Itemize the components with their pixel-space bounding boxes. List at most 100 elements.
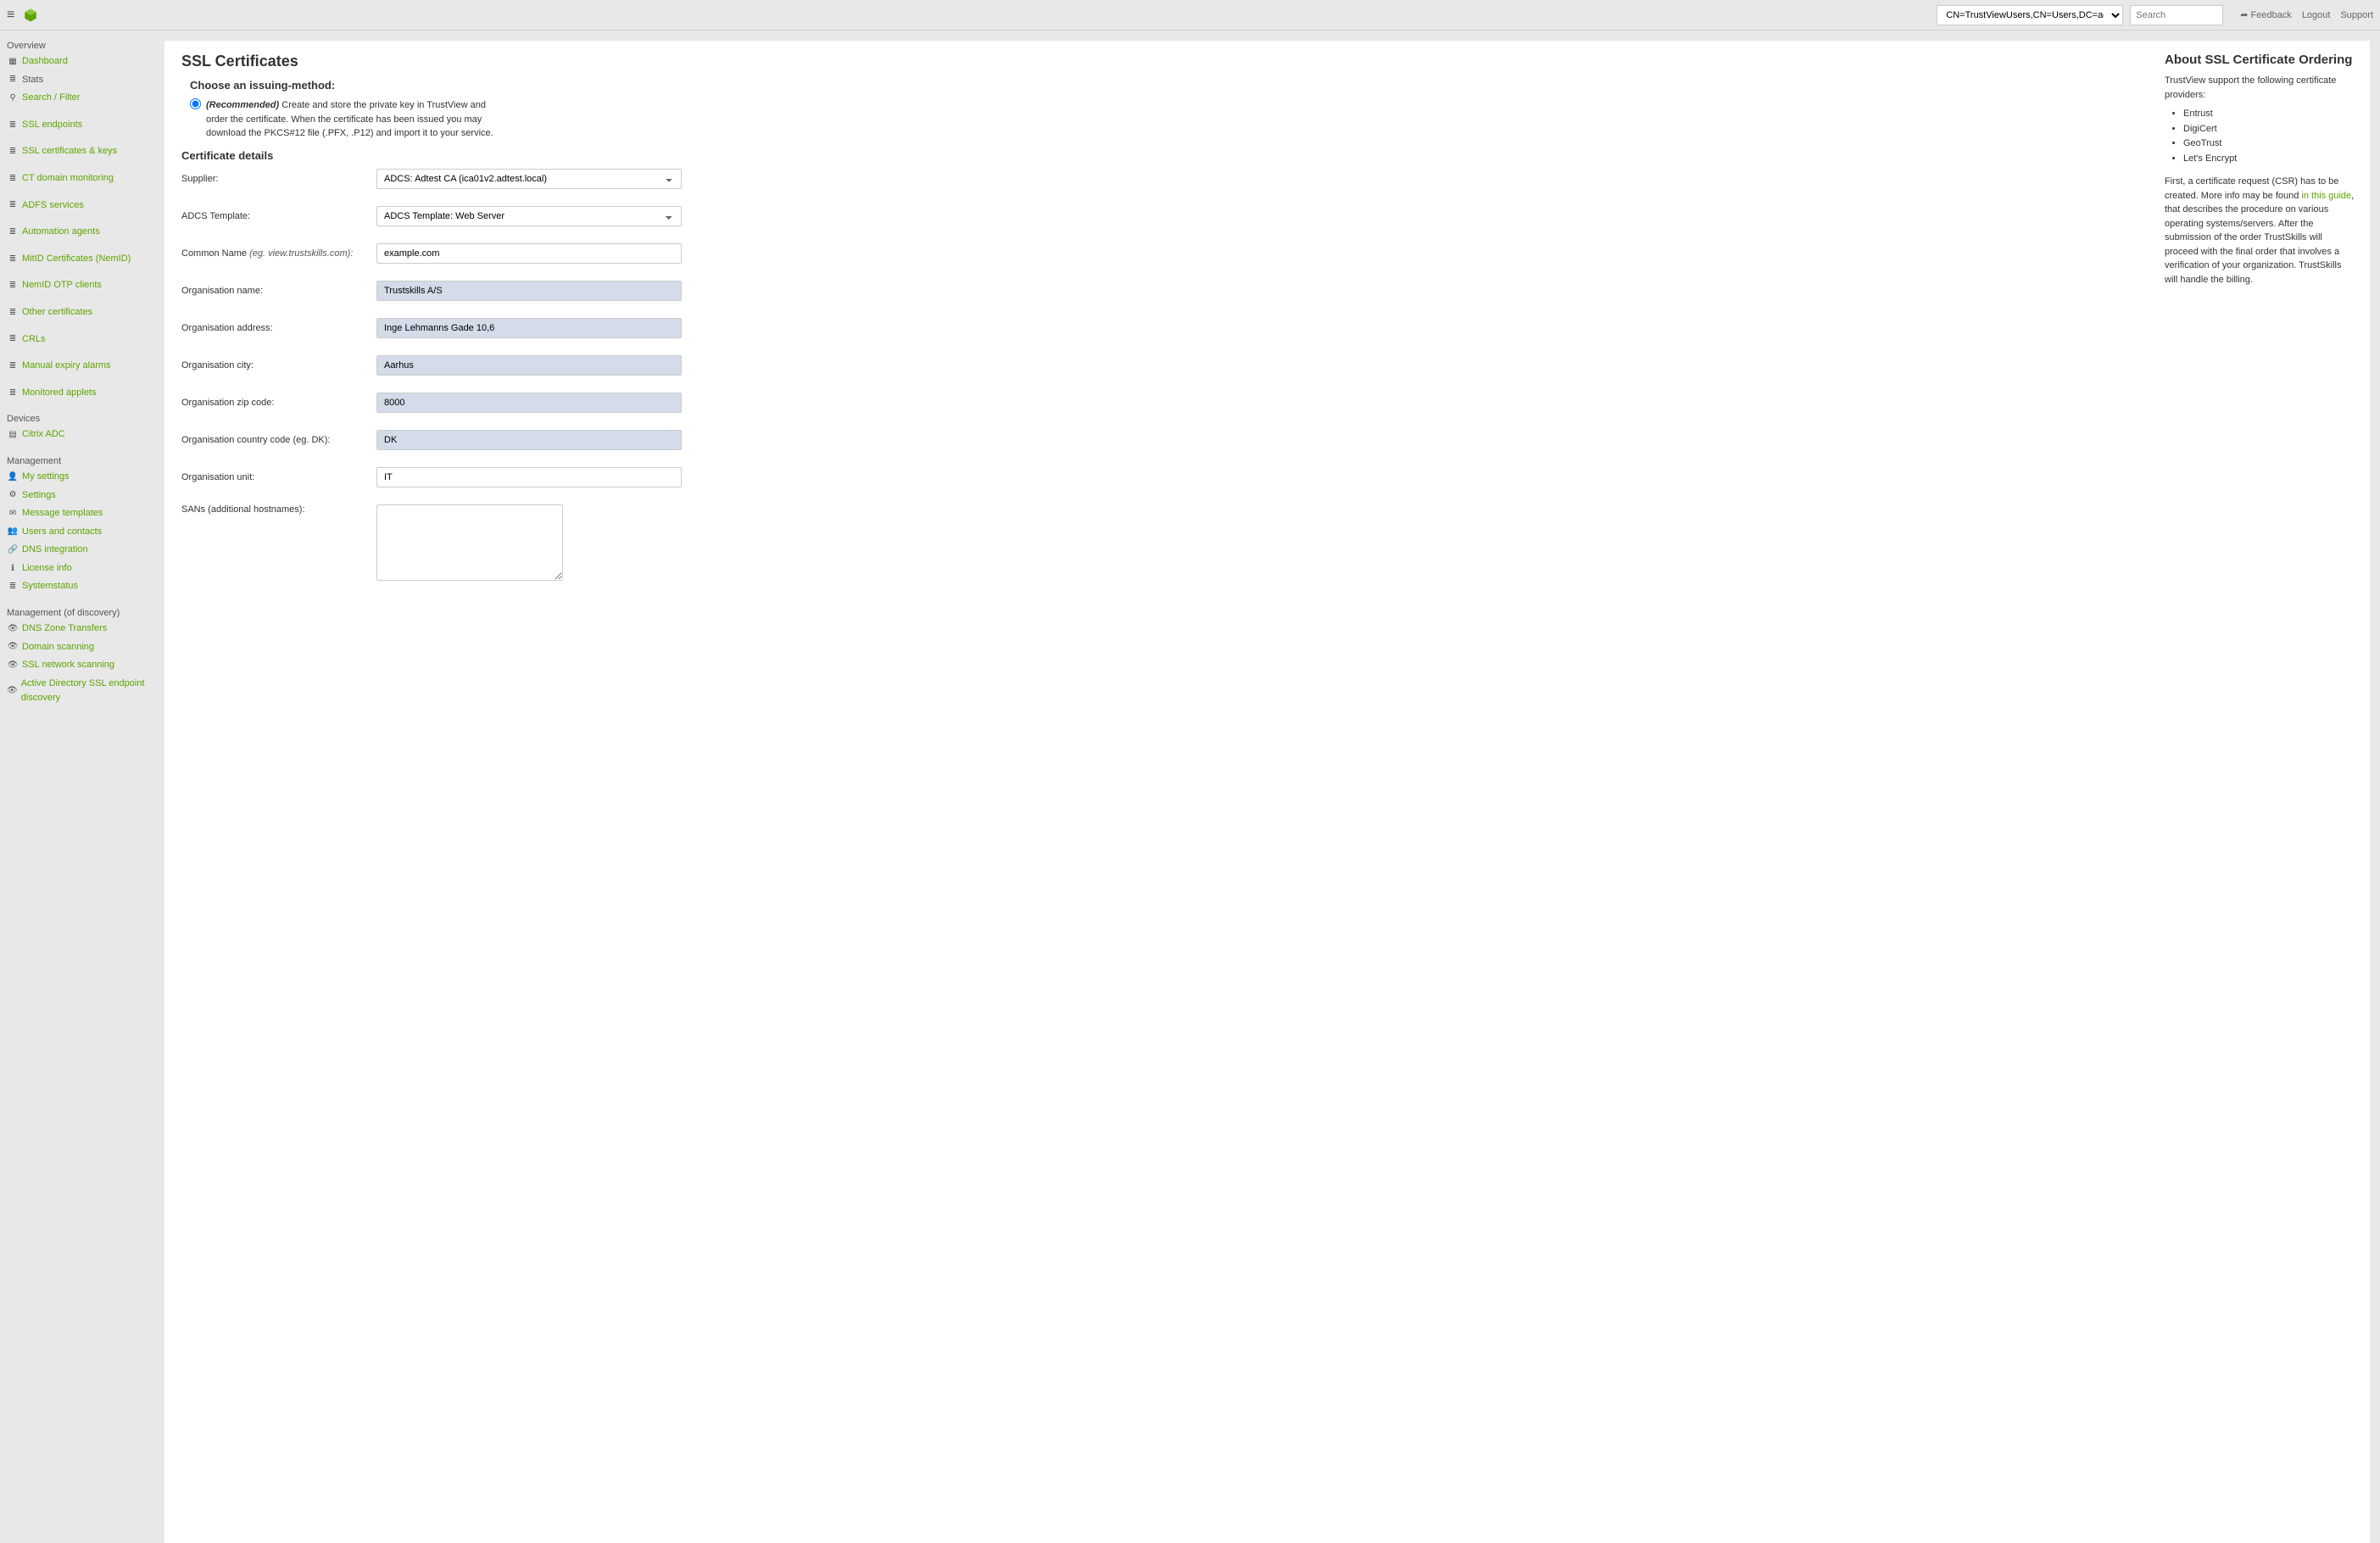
- label-org-unit: Organisation unit:: [181, 472, 376, 482]
- provider-item: GeoTrust: [2183, 136, 2355, 152]
- link-icon: 🔗: [7, 543, 19, 557]
- sidebar-item-search[interactable]: ⚲Search / Filter: [0, 89, 154, 108]
- org-address-input[interactable]: [376, 318, 682, 338]
- org-zip-input[interactable]: [376, 393, 682, 413]
- eye-icon: 👁: [7, 622, 19, 636]
- provider-list: Entrust DigiCert GeoTrust Let's Encrypt: [2183, 107, 2355, 166]
- sidebar-group-management: Management: [0, 453, 154, 468]
- org-country-input[interactable]: [376, 430, 682, 450]
- sidebar-item-nemid-otp[interactable]: ≣NemID OTP clients: [0, 276, 154, 295]
- provider-item: Entrust: [2183, 107, 2355, 122]
- sidebar-item-dashboard[interactable]: ▦Dashboard: [0, 53, 154, 71]
- sidebar-item-my-settings[interactable]: 👤My settings: [0, 468, 154, 487]
- label-supplier: Supplier:: [181, 174, 376, 184]
- issuing-method-description: (Recommended) Create and store the priva…: [206, 98, 494, 141]
- list-icon: ≣: [7, 226, 19, 239]
- sidebar-group-devices: Devices: [0, 410, 154, 426]
- context-path-select[interactable]: CN=TrustViewUsers,CN=Users,DC=adtest,DC=…: [1937, 5, 2123, 25]
- label-common-name: Common Name (eg. view.trustskills.com):: [181, 248, 376, 259]
- status-icon: ≣: [7, 580, 19, 593]
- logout-link[interactable]: Logout: [2302, 10, 2331, 20]
- sidebar-item-adfs[interactable]: ≣ADFS services: [0, 197, 154, 215]
- sidebar-item-stats[interactable]: ≣Stats: [0, 71, 154, 90]
- mail-icon: ✉: [7, 507, 19, 521]
- sidebar-item-ssl-network[interactable]: 👁SSL network scanning: [0, 656, 154, 675]
- label-adcs-template: ADCS Template:: [181, 211, 376, 221]
- list-icon: ≣: [7, 279, 19, 292]
- eye-icon: 👁: [7, 640, 19, 654]
- issuing-method-radio-recommended[interactable]: [190, 98, 201, 109]
- sidebar-item-license[interactable]: ℹLicense info: [0, 560, 154, 578]
- org-unit-input[interactable]: [376, 467, 682, 487]
- search-icon: ⚲: [7, 92, 19, 105]
- label-org-name: Organisation name:: [181, 286, 376, 296]
- issuing-method-title: Choose an issuing-method:: [190, 79, 2132, 92]
- main-content: SSL Certificates Choose an issuing-metho…: [164, 41, 2149, 1543]
- topbar: ≡ CN=TrustViewUsers,CN=Users,DC=adtest,D…: [0, 0, 2380, 31]
- menu-icon[interactable]: ≡: [7, 8, 14, 23]
- sidebar-item-mitid[interactable]: ≣MitID Certificates (NemID): [0, 250, 154, 269]
- list-icon: ≣: [7, 306, 19, 320]
- sidebar-item-ssl-endpoints[interactable]: ≣SSL endpoints: [0, 116, 154, 135]
- sidebar-item-crls[interactable]: ≣CRLs: [0, 331, 154, 349]
- page-title: SSL Certificates: [181, 53, 2132, 70]
- sidebar-item-monitored-applets[interactable]: ≣Monitored applets: [0, 384, 154, 403]
- label-sans: SANs (additional hostnames):: [181, 504, 376, 515]
- provider-item: Let's Encrypt: [2183, 152, 2355, 167]
- list-icon: ≣: [7, 253, 19, 266]
- list-icon: ≣: [7, 145, 19, 159]
- sans-textarea[interactable]: [376, 504, 563, 581]
- list-icon: ≣: [7, 332, 19, 346]
- label-org-city: Organisation city:: [181, 360, 376, 370]
- sidebar-item-msg-templates[interactable]: ✉Message templates: [0, 504, 154, 523]
- right-panel: About SSL Certificate Ordering TrustView…: [2149, 41, 2370, 1543]
- logo-icon: [23, 8, 38, 23]
- common-name-input[interactable]: [376, 243, 682, 264]
- eye-icon: 👁: [7, 684, 18, 698]
- gear-icon: ⚙: [7, 488, 19, 502]
- provider-item: DigiCert: [2183, 122, 2355, 137]
- org-name-input[interactable]: [376, 281, 682, 301]
- sidebar: Overview ▦Dashboard ≣Stats ⚲Search / Fil…: [0, 31, 154, 1543]
- sidebar-item-dns-zone[interactable]: 👁DNS Zone Transfers: [0, 620, 154, 638]
- support-link[interactable]: Support: [2340, 10, 2373, 20]
- sidebar-item-ct-domain[interactable]: ≣CT domain monitoring: [0, 170, 154, 188]
- feedback-link[interactable]: ➦Feedback: [2240, 9, 2292, 20]
- sidebar-item-other-certs[interactable]: ≣Other certificates: [0, 304, 154, 322]
- list-icon: ≣: [7, 198, 19, 212]
- user-icon: 👤: [7, 471, 19, 484]
- sidebar-item-manual-expiry[interactable]: ≣Manual expiry alarms: [0, 357, 154, 376]
- org-city-input[interactable]: [376, 355, 682, 376]
- label-org-country: Organisation country code (eg. DK):: [181, 435, 376, 445]
- list-icon: ≣: [7, 172, 19, 186]
- search-input[interactable]: [2130, 5, 2223, 25]
- device-icon: ▤: [7, 428, 19, 442]
- sidebar-item-citrix[interactable]: ▤Citrix ADC: [0, 426, 154, 444]
- info-icon: ℹ: [7, 562, 19, 576]
- guide-link[interactable]: in this guide: [2301, 191, 2351, 201]
- right-panel-title: About SSL Certificate Ordering: [2165, 53, 2355, 67]
- eye-icon: 👁: [7, 659, 19, 672]
- sidebar-item-ssl-certs[interactable]: ≣SSL certificates & keys: [0, 142, 154, 161]
- list-icon: ≣: [7, 119, 19, 132]
- sidebar-item-settings[interactable]: ⚙Settings: [0, 487, 154, 505]
- right-panel-intro: TrustView support the following certific…: [2165, 74, 2355, 102]
- dashboard-icon: ▦: [7, 55, 19, 69]
- right-panel-text: First, a certificate request (CSR) has t…: [2165, 175, 2355, 287]
- sidebar-item-domain-scanning[interactable]: 👁Domain scanning: [0, 638, 154, 657]
- sidebar-item-dns-integration[interactable]: 🔗DNS integration: [0, 541, 154, 560]
- list-icon: ≣: [7, 359, 19, 373]
- sidebar-group-overview: Overview: [0, 37, 154, 53]
- supplier-select[interactable]: ADCS: Adtest CA (ica01v2.adtest.local): [376, 169, 682, 189]
- label-org-address: Organisation address:: [181, 323, 376, 333]
- sidebar-item-users-contacts[interactable]: 👥Users and contacts: [0, 523, 154, 542]
- label-org-zip: Organisation zip code:: [181, 398, 376, 408]
- adcs-template-select[interactable]: ADCS Template: Web Server: [376, 206, 682, 226]
- sidebar-item-ad-ssl[interactable]: 👁Active Directory SSL endpoint discovery: [0, 675, 154, 708]
- sidebar-item-systemstatus[interactable]: ≣Systemstatus: [0, 577, 154, 596]
- stats-icon: ≣: [7, 73, 19, 86]
- list-icon: ≣: [7, 387, 19, 400]
- sidebar-item-automation[interactable]: ≣Automation agents: [0, 223, 154, 242]
- share-icon: ➦: [2240, 10, 2248, 20]
- sidebar-group-discovery: Management (of discovery): [0, 604, 154, 620]
